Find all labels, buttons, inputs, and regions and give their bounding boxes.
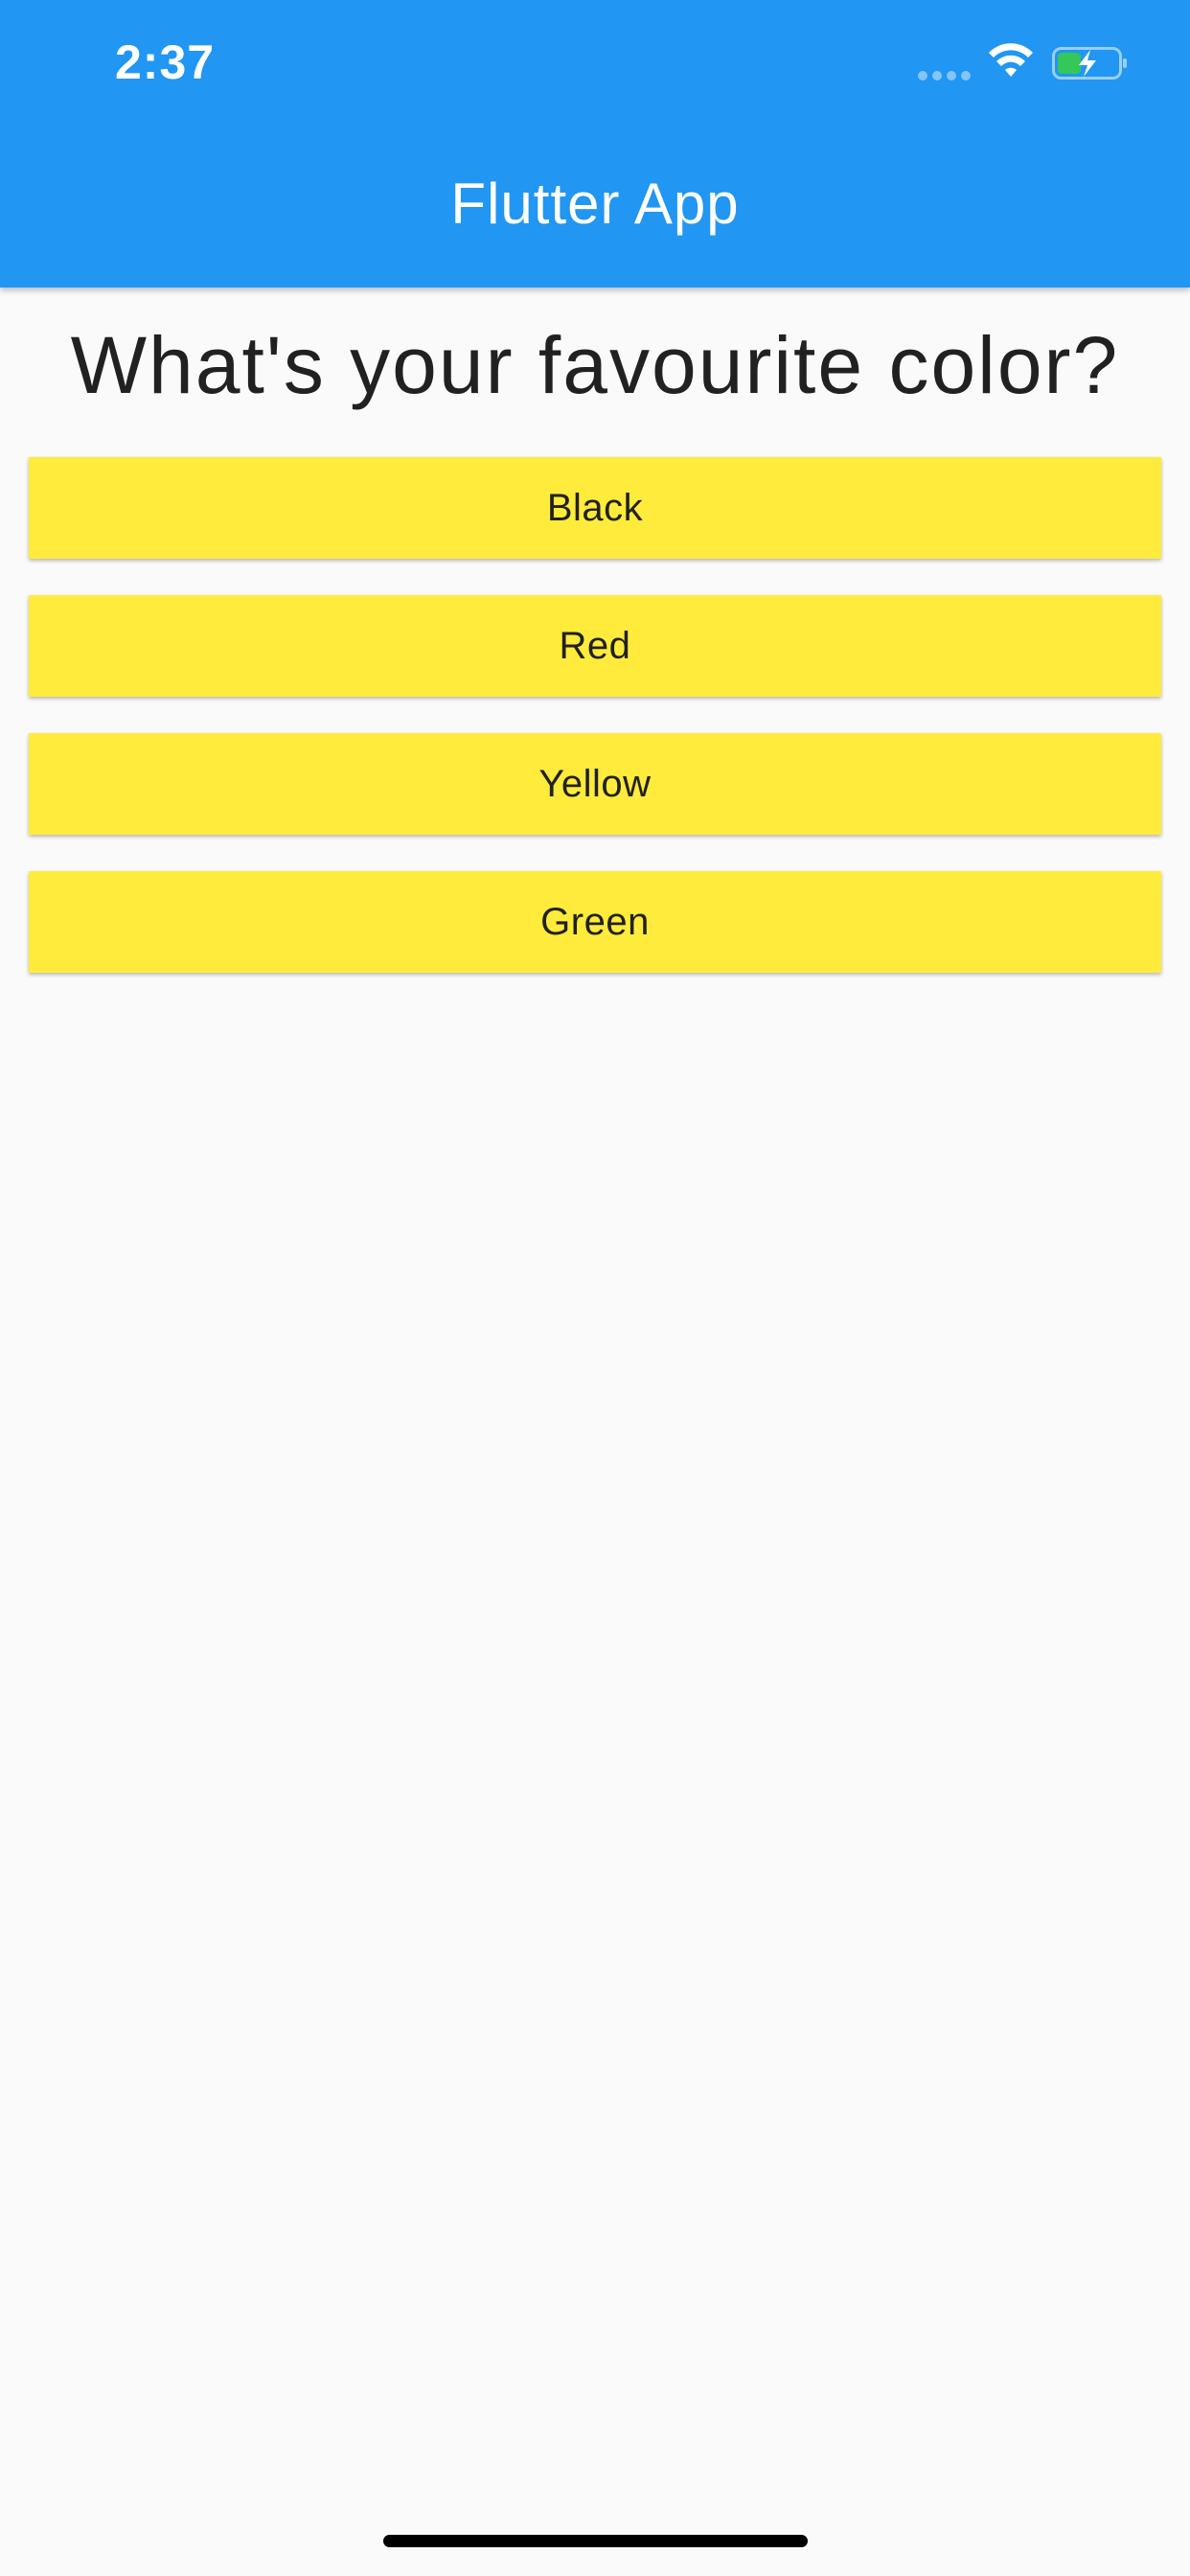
answer-button-yellow[interactable]: Yellow <box>29 733 1161 835</box>
wifi-icon <box>989 43 1033 77</box>
question-text: What's your favourite color? <box>70 320 1120 410</box>
app-bar: 2:37 Flutter App <box>0 0 1190 288</box>
app-title: Flutter App <box>450 172 740 236</box>
answer-button-black[interactable]: Black <box>29 457 1161 559</box>
status-time: 2:37 <box>115 35 216 89</box>
answer-button-red[interactable]: Red <box>29 595 1161 697</box>
answer-button-green[interactable]: Green <box>29 871 1161 973</box>
battery-charging-icon <box>1052 47 1127 80</box>
signal-dots-icon <box>918 71 972 80</box>
home-indicator[interactable] <box>383 2535 808 2547</box>
